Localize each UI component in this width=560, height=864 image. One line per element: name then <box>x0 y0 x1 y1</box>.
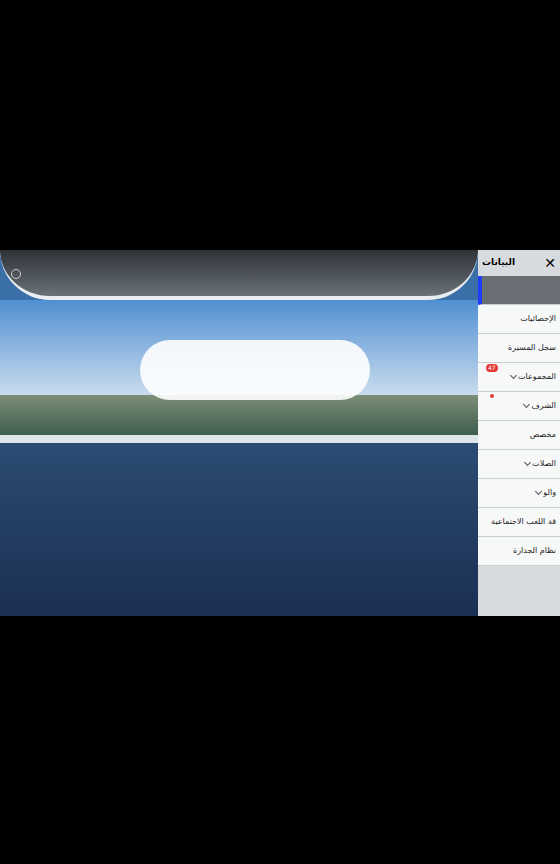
item-label: الإحصائيات <box>520 313 556 325</box>
game-scene <box>0 250 478 616</box>
close-icon[interactable]: ✕ <box>544 256 556 270</box>
item-label: سجل المسيرة <box>508 342 556 354</box>
panel-item[interactable]: والو <box>478 479 560 508</box>
data-panel: البيانات ✕ الإحصائيات سجل المسيرة المجموعات 4… <box>478 250 560 616</box>
count-badge: 47 <box>486 364 498 372</box>
settings-icon[interactable] <box>11 269 21 279</box>
item-label: والو <box>543 487 556 499</box>
item-label: الصلات <box>532 458 556 470</box>
chevron-icon[interactable] <box>535 488 542 495</box>
item-label: المجموعات <box>518 371 556 383</box>
panel-item[interactable]: الشرف <box>478 392 560 421</box>
item-label: مخصص <box>530 429 556 441</box>
item-label: قة اللعب الاجتماعية <box>491 516 556 528</box>
chevron-icon[interactable] <box>523 401 530 408</box>
panel-item[interactable]: قة اللعب الاجتماعية <box>478 508 560 537</box>
panel-item[interactable]: نظام الجدارة <box>478 537 560 566</box>
panel-item[interactable]: الصلات <box>478 450 560 479</box>
panel-item[interactable]: المجموعات 47 <box>478 363 560 392</box>
chevron-icon[interactable] <box>510 372 517 379</box>
chevron-icon[interactable] <box>524 459 531 466</box>
item-label: الشرف <box>531 400 556 412</box>
panel-item[interactable] <box>478 276 560 305</box>
panel-title: البيانات <box>482 256 515 270</box>
panel-item[interactable]: الإحصائيات <box>478 305 560 334</box>
item-label: نظام الجدارة <box>513 545 556 557</box>
panel-header: البيانات ✕ <box>478 250 560 276</box>
panel-item[interactable]: مخصص <box>478 421 560 450</box>
panel-item[interactable]: سجل المسيرة <box>478 334 560 363</box>
notification-dot <box>490 394 494 398</box>
